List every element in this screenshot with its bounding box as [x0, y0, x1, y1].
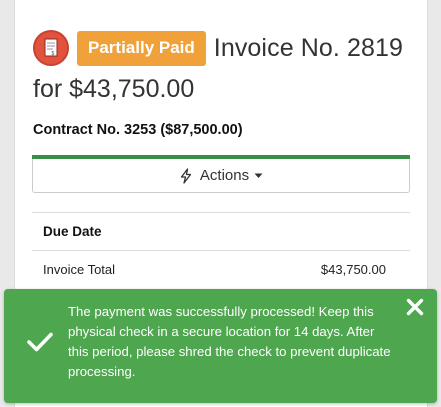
invoice-total-label: Invoice Total — [43, 262, 116, 277]
invoice-number: Invoice No. 2819 — [213, 33, 404, 62]
contract-link[interactable]: Contract No. 3253 ($87,500.00) — [33, 122, 243, 138]
invoice-document-icon: $ — [33, 30, 69, 66]
status-badge: Partially Paid — [77, 30, 206, 66]
actions-dropdown-button[interactable]: Actions — [32, 159, 410, 193]
check-icon — [26, 331, 54, 358]
invoice-total-value: $43,750.00 — [320, 262, 386, 277]
invoice-header: $ Partially Paid Invoice No. 2819 for $4… — [33, 30, 423, 104]
divider — [32, 212, 410, 213]
success-toast: The payment was successfully processed! … — [4, 289, 437, 403]
toast-message: The payment was successfully processed! … — [68, 304, 391, 379]
due-date-label: Due Date — [43, 224, 102, 239]
actions-label: Actions — [199, 167, 250, 184]
divider — [32, 250, 410, 251]
svg-text:$: $ — [52, 51, 55, 57]
lightning-icon — [179, 167, 193, 184]
invoice-amount: for $43,750.00 — [33, 75, 195, 103]
caret-down-icon — [254, 173, 263, 179]
close-icon[interactable] — [405, 297, 425, 317]
